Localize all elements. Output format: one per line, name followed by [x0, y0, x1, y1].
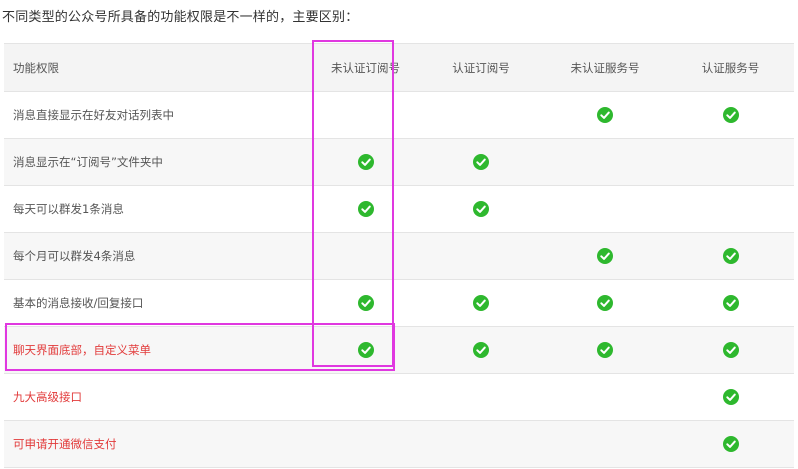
cell-verified-subscription: [419, 138, 543, 186]
cell-verified-subscription: [419, 373, 543, 421]
table-row: 每天可以群发1条消息: [4, 185, 794, 233]
table-row: 九大高级接口: [4, 373, 794, 421]
cell-verified-subscription: [419, 420, 543, 468]
cell-unverified-service: [543, 373, 667, 421]
feature-label: 每天可以群发1条消息: [4, 185, 312, 233]
check-circle-icon: [473, 295, 489, 311]
feature-label: 九大高级接口: [4, 373, 312, 421]
check-circle-icon: [722, 107, 739, 123]
header-unverified-subscription: 未认证订阅号: [312, 43, 419, 92]
cell-unverified-service: [543, 91, 667, 139]
cell-unverified-service: [543, 326, 667, 374]
cell-verified-subscription: [419, 279, 543, 327]
cell-unverified-service: [543, 185, 667, 233]
cell-verified-service: [667, 373, 794, 421]
cell-verified-service: [667, 326, 794, 374]
check-circle-icon: [722, 436, 739, 452]
feature-label: 消息直接显示在好友对话列表中: [4, 91, 312, 139]
cell-unverified-subscription: [312, 373, 419, 421]
header-feature: 功能权限: [4, 43, 312, 92]
table-header-row: 功能权限 未认证订阅号 认证订阅号 未认证服务号 认证服务号: [4, 43, 794, 92]
feature-label: 每个月可以群发4条消息: [4, 232, 312, 280]
check-circle-icon: [473, 201, 489, 217]
table-row: 每个月可以群发4条消息: [4, 232, 794, 280]
feature-label: 消息显示在“订阅号”文件夹中: [4, 138, 312, 186]
check-circle-icon: [357, 154, 374, 170]
cell-verified-service: [667, 185, 794, 233]
check-circle-icon: [722, 342, 739, 358]
cell-unverified-service: [543, 138, 667, 186]
cell-verified-service: [667, 420, 794, 468]
check-circle-icon: [357, 295, 374, 311]
cell-unverified-service: [543, 420, 667, 468]
feature-label: 基本的消息接收/回复接口: [4, 279, 312, 327]
check-circle-icon: [473, 154, 489, 170]
check-circle-icon: [597, 295, 613, 311]
cell-verified-service: [667, 232, 794, 280]
check-circle-icon: [722, 248, 739, 264]
cell-unverified-subscription: [312, 420, 419, 468]
cell-unverified-subscription: [312, 279, 419, 327]
table-row: 消息直接显示在好友对话列表中: [4, 91, 794, 139]
table-row: 聊天界面底部，自定义菜单: [4, 326, 794, 374]
cell-verified-service: [667, 279, 794, 327]
cell-verified-subscription: [419, 326, 543, 374]
cell-verified-subscription: [419, 91, 543, 139]
header-unverified-service: 未认证服务号: [543, 43, 667, 92]
header-verified-service: 认证服务号: [667, 43, 794, 92]
cell-verified-subscription: [419, 232, 543, 280]
cell-unverified-service: [543, 279, 667, 327]
cell-unverified-subscription: [312, 232, 419, 280]
cell-unverified-subscription: [312, 138, 419, 186]
check-circle-icon: [722, 295, 739, 311]
cell-verified-subscription: [419, 185, 543, 233]
check-circle-icon: [357, 342, 374, 358]
check-circle-icon: [722, 389, 739, 405]
cell-unverified-service: [543, 232, 667, 280]
intro-text: 不同类型的公众号所具备的功能权限是不一样的，主要区别：: [2, 10, 359, 25]
cell-unverified-subscription: [312, 185, 419, 233]
check-circle-icon: [473, 342, 489, 358]
feature-label: 聊天界面底部，自定义菜单: [4, 326, 312, 374]
check-circle-icon: [597, 342, 613, 358]
check-circle-icon: [357, 201, 374, 217]
cell-unverified-subscription: [312, 326, 419, 374]
table-body: 消息直接显示在好友对话列表中 消息显示在“订阅号”文件夹中 每天可以群发1条消息 每个…: [4, 91, 794, 468]
table-row: 基本的消息接收/回复接口: [4, 279, 794, 327]
permission-table: 功能权限 未认证订阅号 认证订阅号 未认证服务号 认证服务号 消息直接显示在好友…: [4, 43, 794, 468]
page: 不同类型的公众号所具备的功能权限是不一样的，主要区别： 功能权限 未认证订阅号 …: [0, 0, 798, 469]
cell-verified-service: [667, 138, 794, 186]
cell-unverified-subscription: [312, 91, 419, 139]
table-row: 可申请开通微信支付: [4, 420, 794, 468]
feature-label: 可申请开通微信支付: [4, 420, 312, 468]
header-verified-subscription: 认证订阅号: [419, 43, 543, 92]
check-circle-icon: [597, 107, 613, 123]
cell-verified-service: [667, 91, 794, 139]
table-row: 消息显示在“订阅号”文件夹中: [4, 138, 794, 186]
check-circle-icon: [597, 248, 613, 264]
